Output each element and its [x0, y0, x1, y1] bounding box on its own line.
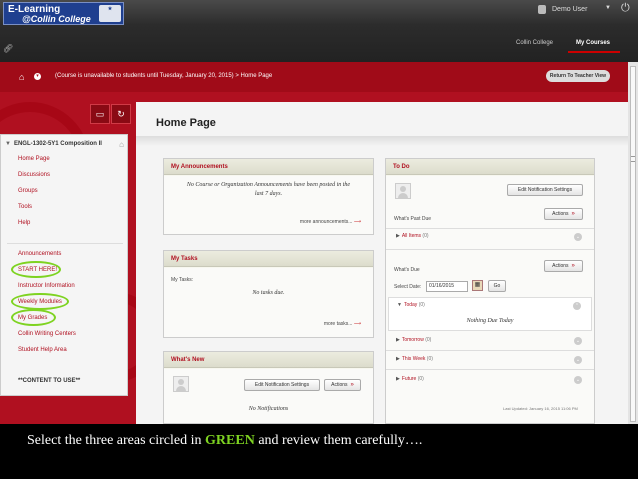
sidebar-item-instructor-information[interactable]: Instructor Information [18, 283, 75, 289]
whats-new-module: What's New Edit Notification Settings Ac… [163, 351, 374, 424]
caption-text: Select the three areas circled in GREEN … [27, 433, 423, 448]
tomorrow-toggle[interactable]: ▶ Tomorrow (0) [396, 337, 431, 343]
last-updated: Last Updated: January 16, 2015 11:06 PM [503, 406, 578, 411]
vertical-scrollbar[interactable] [628, 62, 638, 424]
go-button[interactable]: Go [488, 280, 506, 292]
this-week-toggle[interactable]: ▶ This Week (0) [396, 356, 433, 362]
todo-module: To Do Edit Notification Settings What's … [385, 158, 595, 424]
no-tasks-message: No tasks due. [252, 290, 285, 296]
divider [386, 228, 594, 229]
chevron-down-icon[interactable]: ⌄ [574, 376, 582, 384]
announcements-message: No Course or Organization Announcements … [186, 182, 351, 197]
announcements-module: My Announcements No Course or Organizati… [163, 158, 374, 235]
active-tab-underline [568, 51, 620, 53]
chevron-down-icon[interactable]: ⌄ [574, 233, 582, 241]
title-divider [136, 136, 628, 146]
whats-due-label: What's Due [394, 267, 420, 273]
select-date-label: Select Date: [394, 284, 422, 290]
sidebar-item-tools[interactable]: Tools [18, 204, 32, 210]
top-bar: E-Learning @Collin College ★ Demo User ▼… [0, 0, 638, 62]
caption-bar: Select the three areas circled in GREEN … [0, 424, 638, 479]
chevron-down-icon[interactable]: ⌄ [574, 337, 582, 345]
past-due-label: What's Past Due [394, 216, 432, 222]
chevron-down-icon: » [350, 382, 354, 388]
sidebar-item-student-help[interactable]: Student Help Area [18, 347, 67, 353]
green-highlight-circle [11, 293, 69, 310]
more-announcements-link[interactable]: more announcements... ⟶ [300, 219, 361, 225]
course-title[interactable]: ▼ ENGL-1302-5Y1 Composition II [5, 141, 102, 147]
sidebar-item-writing-centers[interactable]: Collin Writing Centers [18, 331, 76, 337]
return-teacher-view-button[interactable]: Return To Teacher View [546, 70, 610, 82]
course-sidebar: ▼ ENGL-1302-5Y1 Composition II ⌂ Home Pag… [0, 134, 128, 396]
refresh-icon[interactable]: ↻ [111, 104, 131, 124]
sidebar-item-help[interactable]: Help [18, 220, 30, 226]
course-frame: ⌂ ▾ (Course is unavailable to students u… [0, 62, 628, 424]
today-section: ▼ Today (0) ⌃ Nothing Due Today [388, 297, 592, 331]
sidebar-item-home-page[interactable]: Home Page [18, 156, 50, 162]
link-icon[interactable]: 🔗︎ [3, 44, 13, 53]
logo-line2: @Collin College [22, 14, 91, 24]
module-title: My Announcements [164, 159, 373, 175]
nav-my-courses[interactable]: My Courses [576, 40, 610, 46]
actions-button[interactable]: Actions» [324, 379, 361, 391]
page-title: Home Page [156, 117, 216, 129]
course-menu-icon[interactable]: ▭ [90, 104, 110, 124]
chevron-down-icon: ▼ [605, 5, 611, 11]
divider [386, 350, 594, 351]
breadcrumb-separator: > [235, 73, 239, 79]
course-title-text: ENGL-1302-5Y1 Composition II [13, 141, 102, 147]
edit-notification-settings-button[interactable]: Edit Notification Settings [244, 379, 320, 391]
elearning-logo[interactable]: E-Learning @Collin College ★ [3, 2, 124, 25]
tasks-label: My Tasks: [171, 277, 194, 283]
nothing-due-message: Nothing Due Today [466, 318, 514, 324]
module-title: To Do [386, 159, 594, 175]
date-input[interactable]: 01/16/2015 [426, 281, 468, 292]
avatar [395, 183, 411, 199]
module-title: My Tasks [164, 251, 373, 267]
edit-notification-settings-button[interactable]: Edit Notification Settings [507, 184, 583, 196]
course-bar: ⌂ ▾ (Course is unavailable to students u… [0, 62, 628, 92]
chevron-down-icon: » [571, 211, 575, 217]
actions-button[interactable]: Actions» [544, 260, 583, 272]
module-title: What's New [164, 352, 373, 368]
pin-icon[interactable]: ⌂ [119, 140, 124, 149]
content-to-use-label: **CONTENT TO USE** [18, 378, 81, 384]
divider [386, 249, 594, 250]
no-notifications-message: No Notifications [248, 406, 289, 412]
main-content: Home Page My Announcements No Course or … [136, 102, 628, 424]
green-highlight-circle [11, 309, 56, 326]
tasks-module: My Tasks My Tasks: No tasks due. more ta… [163, 250, 374, 338]
calendar-icon[interactable]: ▦ [472, 280, 483, 291]
triangle-down-icon: ▼ [5, 141, 11, 147]
actions-button[interactable]: Actions» [544, 208, 583, 220]
today-toggle[interactable]: ▼ Today (0) [397, 302, 425, 308]
home-icon[interactable]: ⌂ [19, 72, 24, 82]
divider [7, 243, 123, 244]
avatar [173, 376, 189, 392]
divider [386, 369, 594, 370]
college-seal: ★ [99, 5, 121, 22]
breadcrumb: (Course is unavailable to students until… [55, 73, 272, 79]
all-items-toggle[interactable]: ▶ All Items (0) [396, 233, 429, 239]
caption-green-word: GREEN [205, 433, 255, 448]
user-avatar-icon [538, 5, 546, 14]
sidebar-item-announcements[interactable]: Announcements [18, 251, 61, 257]
future-toggle[interactable]: ▶ Future (0) [396, 376, 424, 382]
chevron-up-icon[interactable]: ⌃ [573, 302, 581, 310]
scrollbar-thumb[interactable] [630, 66, 636, 422]
sidebar-item-groups[interactable]: Groups [18, 188, 38, 194]
power-icon[interactable]: ⏻ [621, 2, 630, 15]
chevron-down-icon[interactable]: ⌄ [574, 356, 582, 364]
menu-toggle-icon[interactable]: ▾ [34, 73, 41, 80]
breadcrumb-current: Home Page [240, 73, 273, 79]
breadcrumb-course[interactable]: (Course is unavailable to students until… [55, 73, 234, 79]
user-menu[interactable]: Demo User ▼ [532, 3, 618, 17]
user-name: Demo User [552, 6, 588, 13]
green-highlight-circle [11, 261, 61, 278]
chevron-down-icon: » [571, 263, 575, 269]
more-tasks-link[interactable]: more tasks... ⟶ [324, 321, 361, 327]
nav-collin-college[interactable]: Collin College [516, 40, 553, 46]
grip-icon [631, 156, 635, 162]
sidebar-item-discussions[interactable]: Discussions [18, 172, 50, 178]
